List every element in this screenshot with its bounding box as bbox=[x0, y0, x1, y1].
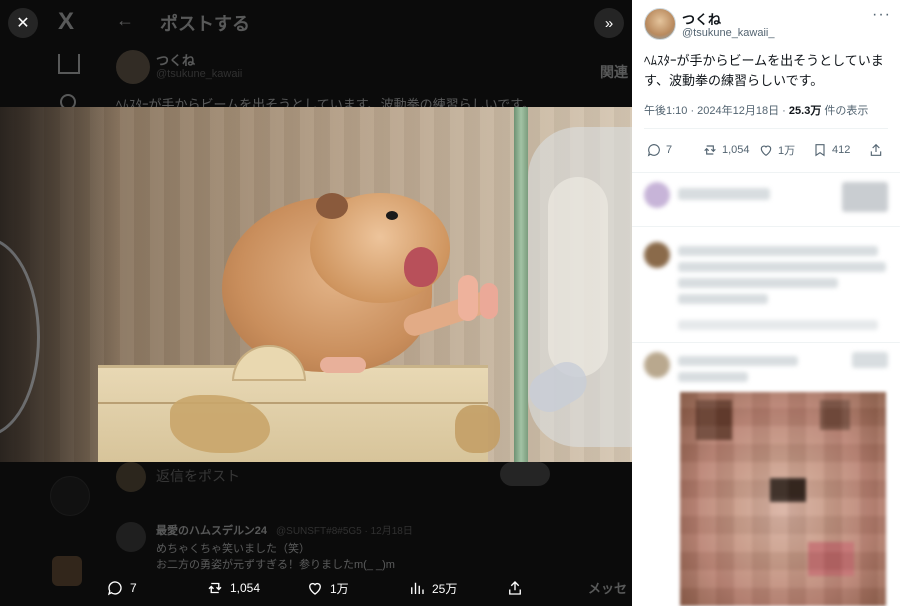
close-icon[interactable]: ✕ bbox=[8, 8, 38, 38]
reply-button[interactable]: 7 bbox=[106, 572, 137, 604]
reply-text-placeholder bbox=[678, 262, 886, 272]
background-author-avatar[interactable] bbox=[116, 50, 150, 84]
post-meta: 午後1:10 · 2024年12月18日 · 25.3万 件の表示 bbox=[644, 102, 868, 118]
more-options-icon[interactable]: ··· bbox=[872, 6, 891, 24]
share-icon bbox=[509, 581, 521, 595]
related-heading: 関連 bbox=[600, 64, 628, 80]
media-action-bar: 7 1,054 1万 25万 bbox=[0, 572, 632, 604]
views-count: 25万 bbox=[432, 581, 458, 596]
x-logo[interactable]: X bbox=[58, 8, 74, 36]
header-title: ポストする bbox=[160, 14, 250, 34]
reply-prompt[interactable]: 返信をポスト bbox=[156, 466, 240, 486]
reply-actions-placeholder bbox=[678, 320, 878, 330]
glass-edge bbox=[514, 107, 528, 462]
comment-avatar[interactable] bbox=[116, 522, 146, 552]
bookmark-button[interactable]: 412 bbox=[812, 138, 850, 162]
water-bottle-inner bbox=[548, 177, 608, 377]
reply-text-placeholder bbox=[678, 372, 748, 382]
post-action-bar: 7 1,054 1万 412 bbox=[644, 138, 888, 162]
repost-icon bbox=[704, 145, 716, 155]
chevrons-right-icon[interactable]: » bbox=[594, 8, 624, 38]
reply-avatar bbox=[116, 462, 146, 492]
reply-text-placeholder bbox=[678, 294, 768, 304]
heart-icon bbox=[309, 582, 321, 595]
share-button[interactable] bbox=[506, 572, 524, 604]
post-views-label: 件の表示 bbox=[821, 105, 869, 117]
comment-text-line1: めちゃくちゃ笑いました（笑） bbox=[156, 543, 310, 555]
post-repost-count: 1,054 bbox=[722, 144, 750, 156]
pixelation-overlay bbox=[680, 392, 886, 606]
background-author-name[interactable]: つくね bbox=[156, 50, 195, 69]
reply-image-blurred[interactable] bbox=[680, 392, 886, 606]
comment-meta: @SUNSFT#8#5G5 · 12月18日 bbox=[276, 526, 413, 537]
divider bbox=[644, 128, 888, 129]
divider bbox=[632, 172, 900, 173]
share-icon bbox=[870, 143, 882, 156]
hamster-eye bbox=[386, 211, 398, 220]
hamster-photo[interactable] bbox=[0, 107, 632, 462]
reply-name-placeholder bbox=[678, 188, 770, 200]
post-reply-button[interactable]: 7 bbox=[646, 138, 672, 162]
bookmark-count: 412 bbox=[832, 144, 851, 156]
post-reply-count: 7 bbox=[666, 144, 673, 156]
comment-author-name[interactable]: 最愛のハムスデルン24 bbox=[156, 522, 267, 538]
reply-name-placeholder bbox=[678, 356, 798, 366]
reply-avatar[interactable] bbox=[644, 352, 670, 378]
author-handle[interactable]: @tsukune_kawaii_ bbox=[682, 27, 775, 39]
post-time[interactable]: 午後1:10 · 2024年12月18日 · bbox=[644, 105, 789, 117]
reply-icon bbox=[647, 144, 660, 157]
reply-follow-placeholder bbox=[852, 352, 888, 368]
repost-icon bbox=[208, 582, 222, 594]
reply-name-placeholder bbox=[678, 246, 878, 256]
reply-icon bbox=[107, 581, 122, 596]
compose-icon[interactable] bbox=[50, 476, 90, 516]
post-repost-button[interactable]: 1,054 bbox=[702, 138, 750, 162]
media-viewer: X ← ポストする つくね @tsukune_kawaii ﾍﾑｽﾀｰが手からビ… bbox=[0, 0, 632, 606]
hamster-paw-right bbox=[480, 283, 498, 319]
hamster-foot bbox=[320, 357, 366, 373]
hamster-mouth bbox=[404, 247, 438, 287]
bookmark-icon bbox=[815, 144, 825, 157]
like-button[interactable]: 1万 bbox=[306, 572, 349, 604]
repost-count: 1,054 bbox=[230, 581, 261, 595]
views-button[interactable]: 25万 bbox=[408, 572, 457, 604]
reply-text-placeholder bbox=[678, 278, 838, 288]
post-share-button[interactable] bbox=[868, 138, 884, 162]
post-views-count: 25.3万 bbox=[788, 105, 822, 117]
reply-avatar[interactable] bbox=[644, 242, 670, 268]
like-count: 1万 bbox=[330, 581, 349, 596]
post-text: ﾍﾑｽﾀｰが手からビームを出そうとしています、波動拳の練習らしいです。 bbox=[644, 53, 884, 88]
reply-count: 7 bbox=[130, 581, 137, 595]
reply-button[interactable] bbox=[500, 462, 550, 486]
paper-bedding-right bbox=[455, 405, 500, 453]
post-like-count: 1万 bbox=[778, 145, 796, 157]
reply-follow-placeholder bbox=[842, 182, 888, 212]
author-name[interactable]: つくね bbox=[682, 9, 721, 28]
wooden-box-lid bbox=[98, 402, 488, 404]
author-avatar[interactable] bbox=[644, 8, 676, 40]
comment-text-line2: お二方の勇姿が元ずすぎる！参りましたm(_ _)m bbox=[156, 559, 395, 571]
views-icon bbox=[411, 582, 424, 594]
background-author-handle[interactable]: @tsukune_kawaii bbox=[156, 68, 242, 80]
hamster-ear bbox=[316, 193, 348, 219]
home-icon[interactable] bbox=[58, 54, 80, 74]
hamster-paw bbox=[458, 275, 478, 321]
repost-button[interactable]: 1,054 bbox=[206, 572, 260, 604]
heart-icon bbox=[760, 145, 772, 157]
post-like-button[interactable]: 1万 bbox=[758, 138, 795, 162]
divider bbox=[632, 226, 900, 227]
back-arrow-icon[interactable]: ← bbox=[116, 10, 134, 31]
reply-avatar[interactable] bbox=[644, 182, 670, 208]
divider bbox=[632, 342, 900, 343]
